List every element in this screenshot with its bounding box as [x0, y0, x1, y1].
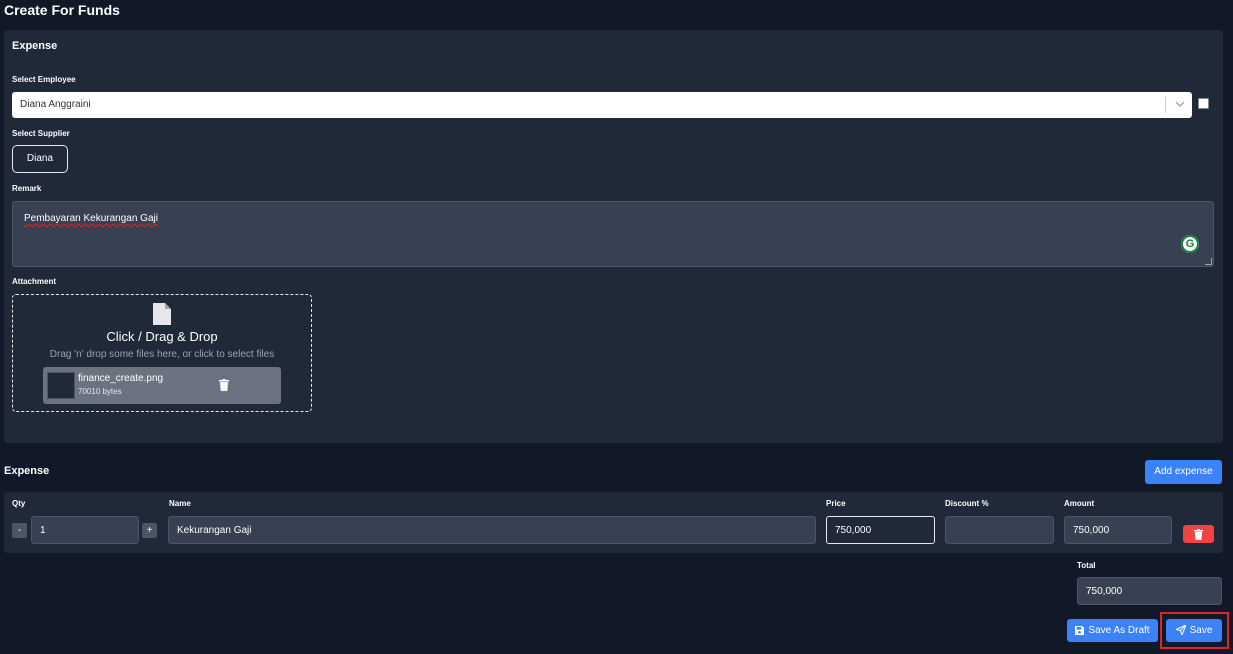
total-label: Total [1077, 561, 1096, 570]
expense-row: Qty Name Price Discount % Amount - 1 + K… [4, 492, 1223, 553]
file-icon [153, 303, 171, 325]
total-input[interactable]: 750,000 [1077, 577, 1222, 605]
save-highlight-box [1160, 612, 1229, 649]
discount-input[interactable] [945, 516, 1054, 544]
grammarly-icon[interactable]: G [1181, 235, 1199, 253]
amount-label: Amount [1064, 499, 1095, 508]
page-title: Create For Funds [4, 2, 120, 18]
qty-input[interactable]: 1 [31, 516, 139, 544]
trash-icon[interactable] [219, 379, 229, 391]
amount-input[interactable]: 750,000 [1064, 516, 1172, 544]
name-label: Name [169, 499, 191, 508]
delete-row-button[interactable] [1183, 525, 1214, 543]
file-name: finance_create.png [78, 373, 164, 384]
expense-form-card: Expense Select Employee Diana Anggraini … [4, 30, 1223, 443]
add-expense-button[interactable]: Add expense [1145, 460, 1222, 484]
save-as-draft-button[interactable]: Save As Draft [1067, 619, 1158, 642]
remark-label: Remark [12, 184, 42, 193]
supplier-label: Select Supplier [12, 129, 70, 138]
employee-checkbox[interactable] [1198, 98, 1209, 109]
qty-minus-button[interactable]: - [12, 523, 27, 538]
remark-text: Pembayaran Kekurangan Gaji [24, 213, 158, 224]
qty-label: Qty [12, 499, 26, 508]
file-size: 70010 bytes [78, 387, 122, 396]
select-separator [1165, 97, 1166, 113]
save-as-draft-label: Save As Draft [1088, 625, 1150, 636]
expense-section-title: Expense [4, 465, 50, 477]
file-thumbnail [47, 372, 75, 399]
supplier-chip[interactable]: Diana [12, 145, 68, 173]
card-title: Expense [12, 40, 58, 52]
dropzone-subtitle: Drag 'n' drop some files here, or click … [49, 349, 275, 360]
price-input[interactable]: 750,000 [826, 516, 935, 544]
attachment-dropzone[interactable]: Click / Drag & Drop Drag 'n' drop some f… [12, 294, 312, 412]
employee-select-value: Diana Anggraini [20, 99, 91, 110]
qty-plus-button[interactable]: + [142, 523, 157, 538]
dropzone-title: Click / Drag & Drop [106, 329, 218, 344]
name-input[interactable]: Kekurangan Gaji [168, 516, 816, 544]
price-label: Price [826, 499, 846, 508]
attachment-label: Attachment [12, 277, 57, 286]
resize-handle[interactable] [1205, 258, 1212, 265]
chevron-down-icon[interactable] [1174, 94, 1186, 117]
attached-file: finance_create.png 70010 bytes [43, 367, 281, 404]
floppy-disk-icon [1075, 625, 1085, 635]
discount-label: Discount % [945, 499, 989, 508]
employee-select[interactable]: Diana Anggraini [12, 92, 1192, 118]
remark-textarea[interactable]: Pembayaran Kekurangan Gaji G [12, 201, 1214, 267]
employee-label: Select Employee [12, 75, 76, 84]
trash-icon [1194, 529, 1203, 540]
